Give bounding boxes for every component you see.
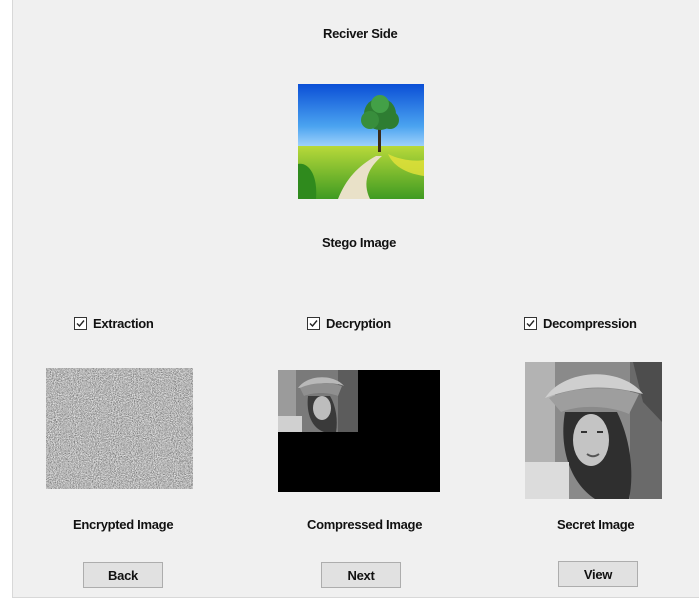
page-title: Reciver Side [323, 26, 398, 41]
secret-image-caption: Secret Image [557, 517, 635, 532]
receiver-form: Reciver Side Stego Image Extraction Decr… [12, 0, 699, 598]
encrypted-image-caption: Encrypted Image [73, 517, 174, 532]
next-button[interactable]: Next [321, 562, 401, 588]
check-icon [74, 317, 87, 330]
decompression-label: Decompression [543, 316, 637, 331]
encrypted-image [46, 368, 193, 489]
check-icon [524, 317, 537, 330]
extraction-checkbox[interactable]: Extraction [74, 316, 154, 331]
decompression-checkbox[interactable]: Decompression [524, 316, 637, 331]
back-button[interactable]: Back [83, 562, 163, 588]
extraction-label: Extraction [93, 316, 154, 331]
check-icon [307, 317, 320, 330]
compressed-image [278, 370, 440, 492]
decryption-checkbox[interactable]: Decryption [307, 316, 391, 331]
decryption-label: Decryption [326, 316, 391, 331]
secret-image [525, 362, 662, 499]
view-button[interactable]: View [558, 561, 638, 587]
compressed-image-caption: Compressed Image [307, 517, 423, 532]
stego-image [298, 84, 424, 199]
stego-image-caption: Stego Image [322, 235, 396, 250]
